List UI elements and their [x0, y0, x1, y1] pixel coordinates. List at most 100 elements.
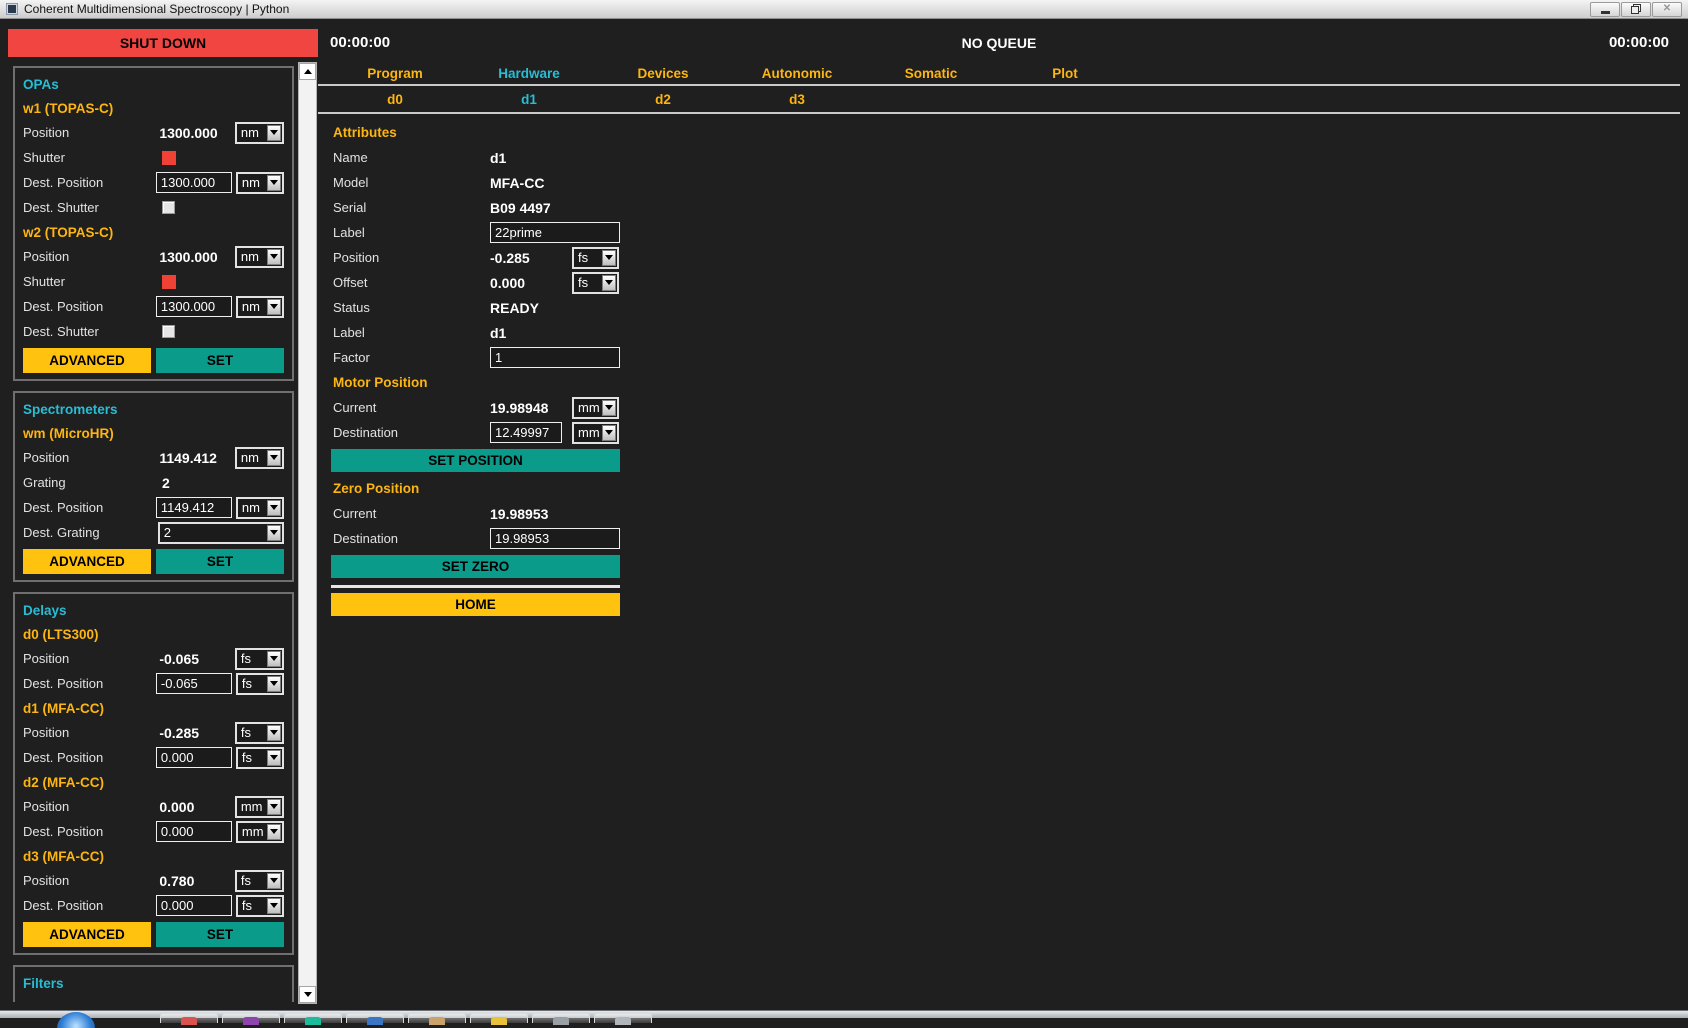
- minimize-button[interactable]: [1590, 2, 1620, 17]
- set-button[interactable]: SET: [156, 348, 284, 373]
- status-value: READY: [490, 300, 572, 316]
- sidebar-scrollbar[interactable]: [298, 62, 317, 1004]
- tab-autonomic[interactable]: Autonomic: [730, 66, 864, 81]
- units-dropdown[interactable]: fs: [236, 673, 284, 695]
- taskbar-app-button[interactable]: [470, 1013, 528, 1023]
- set-position-button[interactable]: SET POSITION: [331, 449, 620, 472]
- attributes-header: Attributes: [318, 120, 1688, 145]
- dest-position-input[interactable]: [156, 673, 232, 694]
- chevron-down-icon: [267, 525, 281, 541]
- chevron-down-icon: [267, 299, 281, 315]
- dest-shutter-row: Dest. Shutter: [23, 319, 284, 344]
- tab-d1[interactable]: d1: [462, 92, 596, 107]
- dest-shutter-checkbox[interactable]: [162, 201, 175, 214]
- taskbar-app-button[interactable]: [284, 1013, 342, 1023]
- taskbar-app-button[interactable]: [346, 1013, 404, 1023]
- home-button[interactable]: HOME: [331, 593, 620, 616]
- advanced-button[interactable]: ADVANCED: [23, 549, 151, 574]
- dest-position-row: Dest. Position nm: [23, 294, 284, 319]
- units-dropdown[interactable]: nm: [235, 447, 284, 469]
- units-dropdown[interactable]: fs: [235, 648, 284, 670]
- field-label: Dest. Position: [23, 750, 156, 765]
- units-dropdown[interactable]: nm: [236, 497, 284, 519]
- panel-delays: Delays d0 (LTS300) Position -0.065 fs De…: [13, 592, 294, 955]
- scroll-up-button[interactable]: [299, 63, 316, 80]
- scroll-down-button[interactable]: [299, 986, 316, 1003]
- units-dropdown[interactable]: fs: [236, 747, 284, 769]
- units-dropdown[interactable]: mm: [572, 397, 619, 419]
- taskbar-app-button[interactable]: [222, 1013, 280, 1023]
- position-row: Position 1300.000 nm: [23, 244, 284, 269]
- field-label: Position: [23, 725, 159, 740]
- chevron-down-icon: [267, 125, 281, 141]
- set-button[interactable]: SET: [156, 922, 284, 947]
- units-dropdown[interactable]: fs: [235, 722, 284, 744]
- close-button[interactable]: ✕: [1652, 2, 1682, 17]
- device-header-w1: w1 (TOPAS-C): [23, 96, 284, 120]
- advanced-button[interactable]: ADVANCED: [23, 922, 151, 947]
- grating-row: Grating 2: [23, 470, 284, 495]
- units-dropdown[interactable]: fs: [572, 247, 619, 269]
- dest-position-input[interactable]: [156, 172, 232, 193]
- dest-position-input[interactable]: [156, 296, 232, 317]
- panel-title: Delays: [23, 599, 284, 622]
- field-label: Position: [23, 873, 159, 888]
- units-dropdown[interactable]: nm: [235, 246, 284, 268]
- units-dropdown[interactable]: nm: [235, 122, 284, 144]
- dest-position-input[interactable]: [156, 747, 232, 768]
- tab-plot[interactable]: Plot: [998, 66, 1132, 81]
- model-row: Model MFA-CC: [318, 170, 1688, 195]
- units-dropdown[interactable]: fs: [235, 870, 284, 892]
- dest-shutter-checkbox[interactable]: [162, 325, 175, 338]
- units-value: mm: [238, 799, 267, 814]
- window-titlebar[interactable]: Coherent Multidimensional Spectroscopy |…: [0, 0, 1688, 19]
- restore-button[interactable]: [1621, 2, 1651, 17]
- dest-position-row: Dest. Position fs: [23, 893, 284, 918]
- factor-input[interactable]: [490, 347, 620, 368]
- units-dropdown[interactable]: nm: [236, 296, 284, 318]
- position-value: -0.065: [159, 651, 235, 667]
- set-button[interactable]: SET: [156, 549, 284, 574]
- app-icon: [553, 1017, 569, 1025]
- position-value: -0.285: [490, 250, 572, 266]
- tab-hardware[interactable]: Hardware: [462, 66, 596, 81]
- label-input[interactable]: [490, 222, 620, 243]
- dest-position-input[interactable]: [156, 821, 232, 842]
- tab-d0[interactable]: d0: [328, 92, 462, 107]
- field-label: Shutter: [23, 274, 162, 289]
- zero-destination-row: Destination: [318, 526, 1688, 551]
- units-value: fs: [575, 275, 602, 290]
- dest-grating-dropdown[interactable]: 2: [158, 522, 284, 544]
- field-label: Current: [333, 506, 490, 521]
- units-dropdown[interactable]: mm: [235, 796, 284, 818]
- shutter-row: Shutter: [23, 145, 284, 170]
- dest-position-input[interactable]: [156, 497, 232, 518]
- app-icon: [243, 1017, 259, 1025]
- tab-d3[interactable]: d3: [730, 92, 864, 107]
- taskbar-app-button[interactable]: [532, 1013, 590, 1023]
- units-dropdown[interactable]: fs: [572, 272, 619, 294]
- taskbar-app-button[interactable]: [408, 1013, 466, 1023]
- tab-somatic[interactable]: Somatic: [864, 66, 998, 81]
- zero-destination-input[interactable]: [490, 528, 620, 549]
- tab-devices[interactable]: Devices: [596, 66, 730, 81]
- dest-position-input[interactable]: [156, 895, 232, 916]
- app-icon: [181, 1017, 197, 1025]
- field-label: Factor: [333, 350, 490, 365]
- taskbar-app-button[interactable]: [594, 1013, 652, 1023]
- units-dropdown[interactable]: mm: [572, 422, 619, 444]
- windows-taskbar[interactable]: [0, 1010, 1688, 1018]
- taskbar-app-button[interactable]: [160, 1013, 218, 1023]
- units-dropdown[interactable]: nm: [236, 172, 284, 194]
- start-button[interactable]: [57, 1012, 95, 1028]
- advanced-button[interactable]: ADVANCED: [23, 348, 151, 373]
- motor-destination-input[interactable]: [490, 422, 562, 443]
- units-dropdown[interactable]: mm: [236, 821, 284, 843]
- tab-d2[interactable]: d2: [596, 92, 730, 107]
- field-label: Position: [23, 125, 159, 140]
- shutdown-button[interactable]: SHUT DOWN: [8, 29, 318, 57]
- set-zero-button[interactable]: SET ZERO: [331, 555, 620, 578]
- units-dropdown[interactable]: fs: [236, 895, 284, 917]
- units-value: fs: [238, 651, 267, 666]
- tab-program[interactable]: Program: [328, 66, 462, 81]
